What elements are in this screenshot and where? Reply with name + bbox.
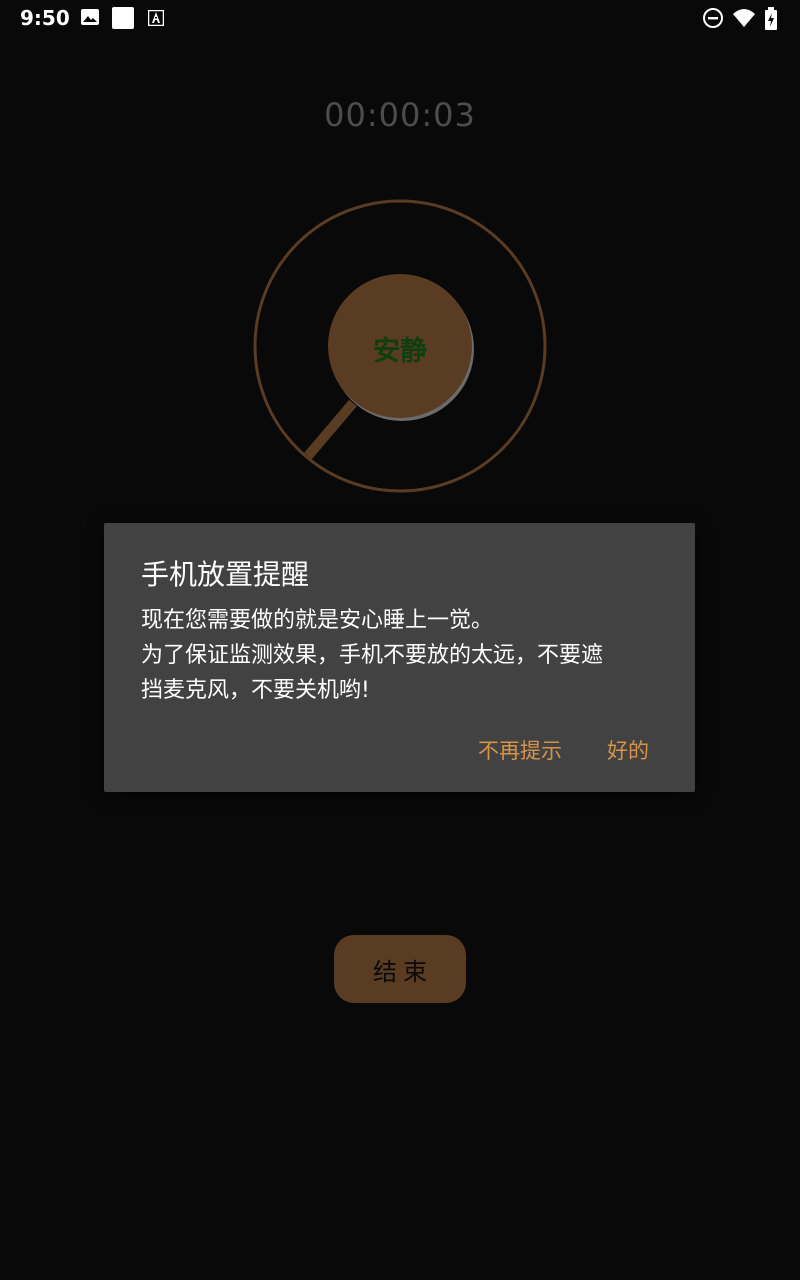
- battery-charging-icon: [765, 7, 777, 30]
- elapsed-timer: 00:00:03: [324, 96, 476, 134]
- dialog-message: 现在您需要做的就是安心睡上一觉。 为了保证监测效果，手机不要放的太远，不要遮 挡…: [141, 603, 661, 708]
- square-icon: [112, 7, 134, 29]
- app-screen: 9:50 00:00:03 安静 手机放置提醒 现在您需要做的就是安心睡上一觉。…: [0, 0, 800, 1280]
- placement-reminder-dialog: 手机放置提醒 现在您需要做的就是安心睡上一觉。 为了保证监测效果，手机不要放的太…: [104, 523, 695, 792]
- dialog-title: 手机放置提醒: [141, 558, 310, 591]
- wifi-icon: [733, 9, 755, 27]
- dialog-message-line: 现在您需要做的就是安心睡上一觉。: [141, 608, 494, 633]
- dont-remind-button[interactable]: 不再提示: [478, 735, 562, 765]
- noise-level-label: 安静: [373, 335, 427, 367]
- dialog-message-line: 为了保证监测效果，手机不要放的太远，不要遮: [141, 643, 604, 668]
- ok-button[interactable]: 好的: [607, 735, 649, 765]
- status-bar: 9:50: [0, 0, 800, 36]
- image-icon: [81, 9, 99, 25]
- status-time: 9:50: [20, 6, 70, 30]
- do-not-disturb-icon: [703, 8, 723, 28]
- a-icon: [148, 10, 164, 26]
- dialog-message-line: 挡麦克风，不要关机哟!: [141, 678, 370, 703]
- end-button[interactable]: 结束: [334, 935, 466, 1003]
